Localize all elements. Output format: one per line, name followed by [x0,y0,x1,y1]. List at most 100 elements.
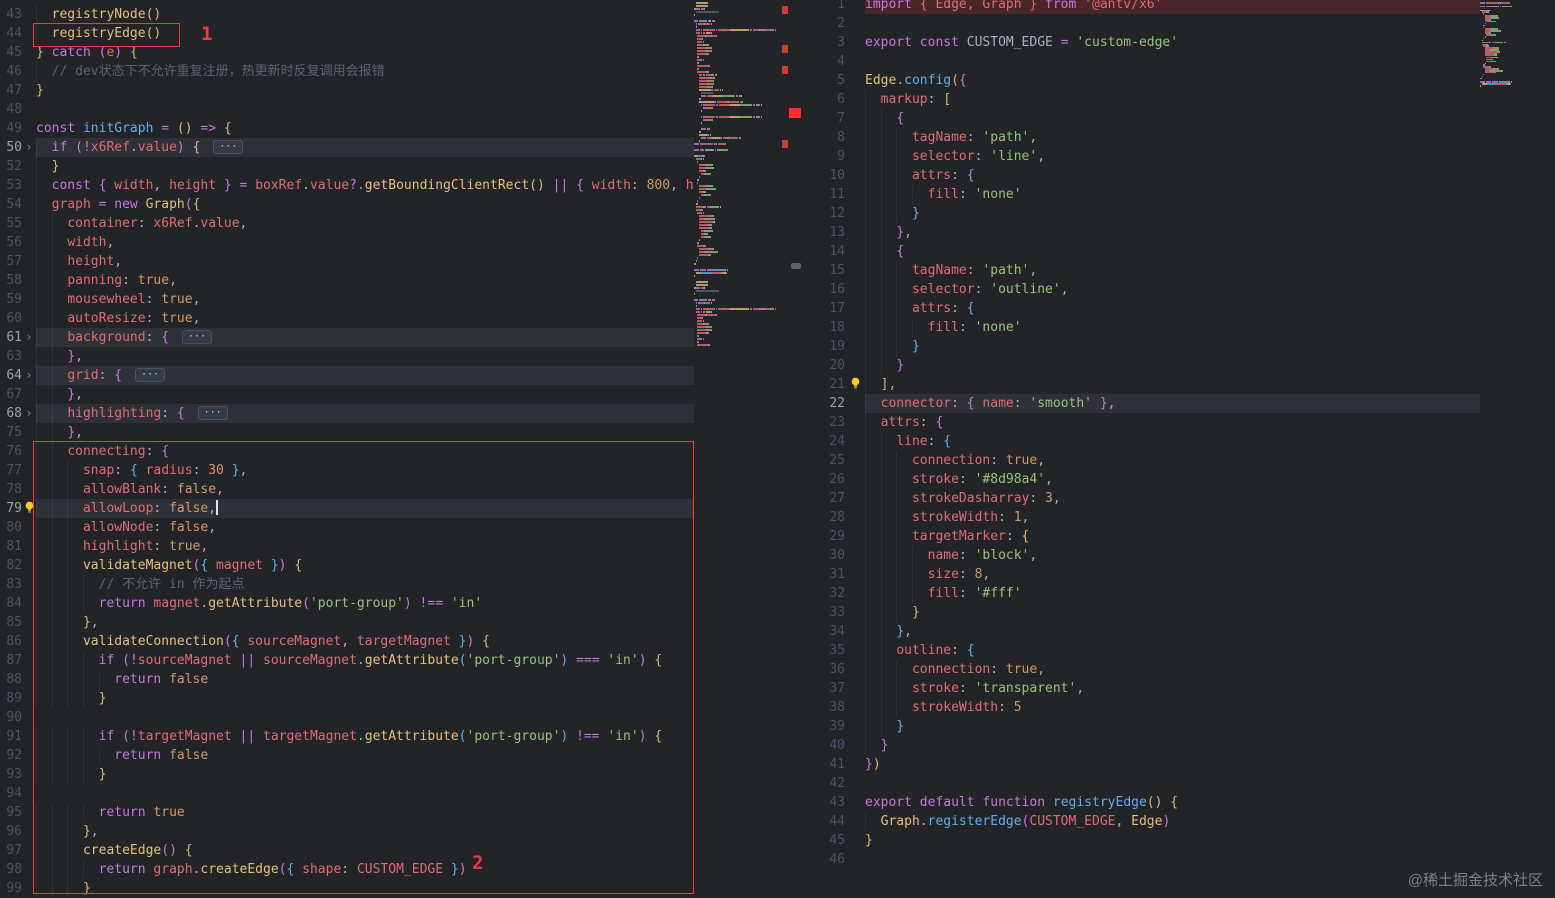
code-line[interactable]: 16 selector: 'outline', [803,280,1480,299]
line-number[interactable]: 42 [803,774,845,793]
code-line[interactable]: 52 } [0,157,694,176]
line-number[interactable]: 20 [803,356,845,375]
fold-placeholder[interactable]: ··· [134,368,165,382]
code-line[interactable]: 91 if (!targetMagnet || targetMagnet.get… [0,727,694,746]
line-number[interactable]: 38 [803,698,845,717]
code-line[interactable]: 49 const initGraph = () => { [0,119,694,138]
line-number[interactable]: 49 [0,119,22,138]
editor-pane-right[interactable]: 1 import { Edge, Graph } from '@antv/x6' 2… [803,0,1480,898]
line-number[interactable]: 87 [0,651,22,670]
code-line[interactable]: 45} catch (e) { [0,43,694,62]
code-line[interactable]: 84 return magnet.getAttribute('port-grou… [0,594,694,613]
code-line[interactable]: 43 export default function registryEdge()… [803,793,1480,812]
code-line[interactable]: 27 strokeDasharray: 3, [803,489,1480,508]
fold-placeholder[interactable]: ··· [213,140,244,154]
code-line[interactable]: 54 graph = new Graph({ [0,195,694,214]
line-number[interactable]: 5 [803,71,845,90]
scrollbar-thumb[interactable] [791,263,801,269]
code-line[interactable]: 63 }, [0,347,694,366]
line-number[interactable]: 10 [803,166,845,185]
line-number[interactable]: 84 [0,594,22,613]
code-line[interactable]: 19 } [803,337,1480,356]
line-number[interactable]: 57 [0,252,22,271]
code-line[interactable]: 35 outline: { [803,641,1480,660]
line-number[interactable]: 46 [0,62,22,81]
line-number[interactable]: 31 [803,565,845,584]
line-number[interactable]: 9 [803,147,845,166]
line-number[interactable]: 95 [0,803,22,822]
line-number[interactable]: 47 [0,81,22,100]
line-number[interactable]: 81 [0,537,22,556]
code-line[interactable]: 67 }, [0,385,694,404]
line-number[interactable]: 44 [803,812,845,831]
line-number[interactable]: 13 [803,223,845,242]
line-number[interactable]: 2 [803,14,845,33]
code-line[interactable]: 36 connection: true, [803,660,1480,679]
line-number[interactable]: 28 [803,508,845,527]
code-line[interactable]: 76 connecting: { [0,442,694,461]
line-number[interactable]: 14 [803,242,845,261]
code-line[interactable]: 78 allowBlank: false, [0,480,694,499]
line-number[interactable]: 21 [803,375,845,394]
code-line[interactable]: 7 { [803,109,1480,128]
line-number[interactable]: 32 [803,584,845,603]
code-line[interactable]: 58 panning: true, [0,271,694,290]
code-line[interactable]: 61 › background: { ··· [0,328,694,347]
line-number[interactable]: 30 [803,546,845,565]
code-line[interactable]: 8 tagName: 'path', [803,128,1480,147]
code-line[interactable]: 28 strokeWidth: 1, [803,508,1480,527]
code-line[interactable]: 38 strokeWidth: 5 [803,698,1480,717]
code-line[interactable]: 4 [803,52,1480,71]
code-line[interactable]: 18 fill: 'none' [803,318,1480,337]
code-line[interactable]: 44 Graph.registerEdge(CUSTOM_EDGE, Edge) [803,812,1480,831]
code-line[interactable]: 41}) [803,755,1480,774]
line-number[interactable]: 43 [0,5,22,24]
code-line[interactable]: 39 } [803,717,1480,736]
line-number[interactable]: 37 [803,679,845,698]
line-number[interactable]: 23 [803,413,845,432]
line-number[interactable]: 3 [803,33,845,52]
code-line[interactable]: 3 export const CUSTOM_EDGE = 'custom-edge… [803,33,1480,52]
code-line[interactable]: 26 stroke: '#8d98a4', [803,470,1480,489]
line-number[interactable]: 17 [803,299,845,318]
line-number[interactable]: 36 [803,660,845,679]
line-number[interactable]: 56 [0,233,22,252]
line-number[interactable]: 60 [0,309,22,328]
code-line[interactable]: 23 attrs: { [803,413,1480,432]
line-number[interactable]: 22 [803,394,845,413]
line-number[interactable]: 8 [803,128,845,147]
line-number[interactable]: 7 [803,109,845,128]
line-number[interactable]: 25 [803,451,845,470]
lightbulb-slot[interactable] [22,499,36,518]
code-line[interactable]: 50 › if (!x6Ref.value) { ··· [0,138,694,157]
line-number[interactable]: 94 [0,784,22,803]
line-number[interactable]: 98 [0,860,22,879]
line-number[interactable]: 63 [0,347,22,366]
line-number[interactable]: 90 [0,708,22,727]
line-number[interactable]: 67 [0,385,22,404]
line-number[interactable]: 29 [803,527,845,546]
code-line[interactable]: 12 } [803,204,1480,223]
line-number[interactable]: 44 [0,24,22,43]
code-line[interactable]: 15 tagName: 'path', [803,261,1480,280]
code-line[interactable]: 46 [803,850,1480,869]
line-number[interactable]: 39 [803,717,845,736]
line-number[interactable]: 4 [803,52,845,71]
fold-chevron-icon[interactable]: › [22,404,36,423]
code-line[interactable]: 81 highlight: true, [0,537,694,556]
code-line[interactable]: 40 } [803,736,1480,755]
code-line[interactable]: 43 registryNode() [0,5,694,24]
line-number[interactable]: 45 [803,831,845,850]
code-line[interactable]: 92 return false [0,746,694,765]
line-number[interactable]: 59 [0,290,22,309]
code-line[interactable]: 87 if (!sourceMagnet || sourceMagnet.get… [0,651,694,670]
line-number[interactable]: 43 [803,793,845,812]
code-line[interactable]: 98 return graph.createEdge({ shape: CUST… [0,860,694,879]
code-line[interactable]: 53 const { width, height } = boxRef.valu… [0,176,694,195]
line-number[interactable]: 86 [0,632,22,651]
code-line[interactable]: 11 fill: 'none' [803,185,1480,204]
line-number[interactable]: 92 [0,746,22,765]
line-number[interactable]: 93 [0,765,22,784]
code-line[interactable]: 47} [0,81,694,100]
scrollbar-left[interactable] [789,0,803,898]
